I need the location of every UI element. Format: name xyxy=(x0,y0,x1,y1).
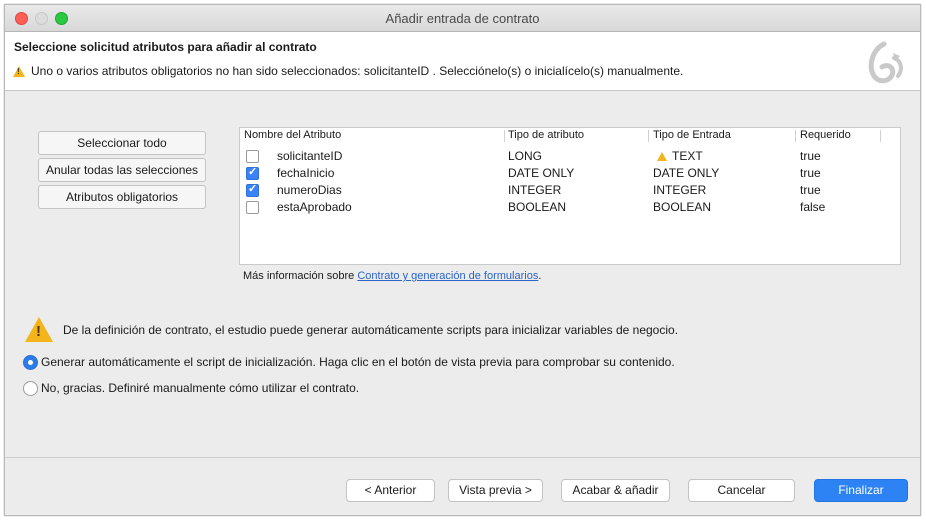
row-checkbox[interactable] xyxy=(246,150,259,163)
footer-divider xyxy=(5,457,920,458)
page-title: Seleccione solicitud atributos para añad… xyxy=(14,40,317,54)
bonita-logo-icon xyxy=(868,41,903,84)
finish-button[interactable]: Finalizar xyxy=(814,479,908,502)
table-row[interactable]: numeroDias INTEGER INTEGER true xyxy=(240,182,900,199)
warning-icon xyxy=(13,65,25,77)
attribute-type: DATE ONLY xyxy=(508,166,575,180)
warning-icon: ! xyxy=(25,317,53,342)
cancel-button[interactable]: Cancelar xyxy=(688,479,795,502)
generate-script-label[interactable]: Generar automáticamente el script de ini… xyxy=(41,355,675,369)
table-row[interactable]: solicitanteID LONG TEXT true xyxy=(240,148,900,165)
script-generation-message: De la definición de contrato, el estudio… xyxy=(63,323,679,337)
column-header-input[interactable]: Tipo de Entrada xyxy=(653,129,731,143)
input-type: TEXT xyxy=(657,149,703,163)
attribute-type: INTEGER xyxy=(508,183,562,197)
more-info: Más información sobre Contrato y generac… xyxy=(243,270,541,282)
deselect-all-button[interactable]: Anular todas las selecciones xyxy=(38,158,206,182)
column-separator xyxy=(648,130,649,142)
contract-docs-link[interactable]: Contrato y generación de formularios xyxy=(357,270,538,282)
required-value: true xyxy=(800,166,821,180)
finish-and-add-button[interactable]: Acabar & añadir xyxy=(561,479,670,502)
column-header-required[interactable]: Requerido xyxy=(800,129,851,143)
attribute-name: solicitanteID xyxy=(277,149,343,163)
required-value: false xyxy=(800,200,826,214)
preview-button[interactable]: Vista previa > xyxy=(448,479,543,502)
required-warning: Uno o varios atributos obligatorios no h… xyxy=(13,64,683,78)
input-type: INTEGER xyxy=(653,183,707,197)
back-button[interactable]: < Anterior xyxy=(346,479,435,502)
attribute-name: estaAprobado xyxy=(277,200,352,214)
required-value: true xyxy=(800,149,821,163)
row-checkbox[interactable] xyxy=(246,182,259,197)
column-header-type[interactable]: Tipo de atributo xyxy=(508,129,584,143)
column-separator xyxy=(880,130,881,142)
manual-contract-radio[interactable] xyxy=(23,381,38,396)
dialog-header: Seleccione solicitud atributos para añad… xyxy=(5,32,920,91)
row-checkbox[interactable] xyxy=(246,201,259,214)
required-value: true xyxy=(800,183,821,197)
row-checkbox[interactable] xyxy=(246,165,259,180)
attribute-name: fechaInicio xyxy=(277,166,335,180)
required-attributes-button[interactable]: Atributos obligatorios xyxy=(38,185,206,209)
attribute-type: BOOLEAN xyxy=(508,200,567,214)
table-row[interactable]: fechaInicio DATE ONLY DATE ONLY true xyxy=(240,165,900,182)
info-prefix: Más información sobre xyxy=(243,270,358,282)
input-type-label: TEXT xyxy=(672,149,703,163)
select-all-button[interactable]: Seleccionar todo xyxy=(38,131,206,155)
input-type: BOOLEAN xyxy=(653,200,712,214)
info-suffix: . xyxy=(538,270,542,282)
warning-text: Uno o varios atributos obligatorios no h… xyxy=(31,64,684,78)
dialog-window: Añadir entrada de contrato Seleccione so… xyxy=(4,4,921,516)
column-separator xyxy=(795,130,796,142)
column-separator xyxy=(504,130,505,142)
attribute-name: numeroDias xyxy=(277,183,342,197)
attributes-table: Nombre del Atributo Tipo de atributo Tip… xyxy=(239,127,901,265)
input-type: DATE ONLY xyxy=(653,166,720,180)
warning-icon xyxy=(657,152,667,161)
table-row[interactable]: estaAprobado BOOLEAN BOOLEAN false xyxy=(240,199,900,216)
title-bar: Añadir entrada de contrato xyxy=(5,5,920,32)
generate-script-radio[interactable] xyxy=(23,355,38,370)
manual-contract-label[interactable]: No, gracias. Definiré manualmente cómo u… xyxy=(41,381,359,395)
window-title: Añadir entrada de contrato xyxy=(385,11,540,26)
column-header-name[interactable]: Nombre del Atributo xyxy=(244,129,341,143)
attribute-type: LONG xyxy=(508,149,543,163)
